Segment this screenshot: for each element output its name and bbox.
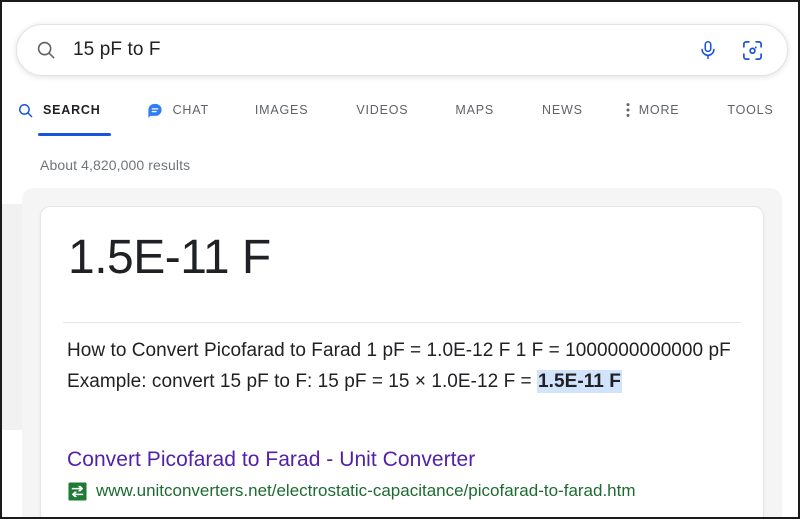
tab-label-search: SEARCH [43, 103, 101, 117]
tab-news[interactable]: NEWS [542, 93, 583, 127]
tab-label-tools: TOOLS [727, 103, 774, 117]
browser-screenshot: SEARCH CHAT IMAGES VIDEOS MAPS [0, 0, 800, 519]
tab-label-more: MORE [638, 103, 680, 117]
active-tab-underline [38, 133, 111, 136]
tab-label-maps: MAPS [455, 103, 494, 117]
search-input[interactable] [73, 39, 695, 61]
search-bar-actions [695, 37, 765, 63]
result-title-link[interactable]: Convert Picofarad to Farad - Unit Conver… [67, 447, 475, 473]
tab-images[interactable]: IMAGES [255, 93, 308, 127]
google-lens-icon[interactable] [739, 37, 765, 63]
tab-search[interactable]: SEARCH [16, 93, 111, 136]
results-count: About 4,820,000 results [40, 157, 191, 173]
snippet-highlight: 1.5E-11 F [537, 370, 622, 393]
tab-label-videos: VIDEOS [356, 103, 409, 117]
search-bar[interactable] [16, 24, 788, 76]
snippet-text: How to Convert Picofarad to Farad 1 pF =… [67, 335, 739, 397]
tab-label-news: NEWS [542, 103, 583, 117]
unitconverters-favicon-icon [67, 481, 87, 501]
more-vert-icon [625, 101, 631, 119]
microphone-icon[interactable] [695, 37, 721, 63]
conversion-answer: 1.5E-11 F [68, 231, 271, 284]
card-divider [63, 322, 741, 323]
tab-tools[interactable]: TOOLS [727, 93, 773, 127]
snippet-plain: How to Convert Picofarad to Farad 1 pF =… [67, 340, 731, 392]
tab-more[interactable]: MORE [625, 93, 680, 127]
chat-bubble-icon [146, 101, 164, 119]
search-nav-tabs: SEARCH CHAT IMAGES VIDEOS MAPS NEWS MORE… [16, 92, 788, 136]
tab-label-chat: CHAT [172, 103, 209, 117]
result-url-text: www.unitconverters.net/electrostatic-cap… [96, 481, 636, 500]
result-url-row[interactable]: www.unitconverters.net/electrostatic-cap… [67, 481, 636, 501]
search-icon [35, 39, 57, 61]
tab-videos[interactable]: VIDEOS [356, 93, 408, 127]
tab-label-images: IMAGES [254, 103, 309, 117]
tab-maps[interactable]: MAPS [455, 93, 494, 127]
tab-chat[interactable]: CHAT [146, 93, 209, 127]
search-icon [16, 101, 34, 119]
featured-answer-card: 1.5E-11 F How to Convert Picofarad to Fa… [40, 206, 764, 517]
